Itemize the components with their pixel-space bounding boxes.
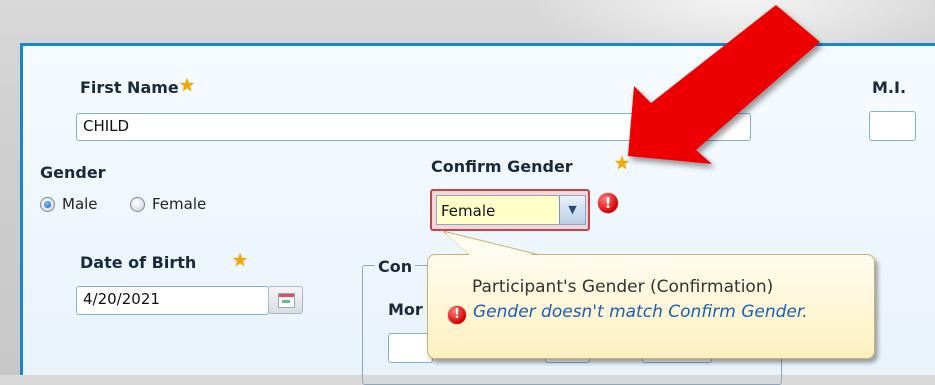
- red-arrow: [628, 5, 820, 164]
